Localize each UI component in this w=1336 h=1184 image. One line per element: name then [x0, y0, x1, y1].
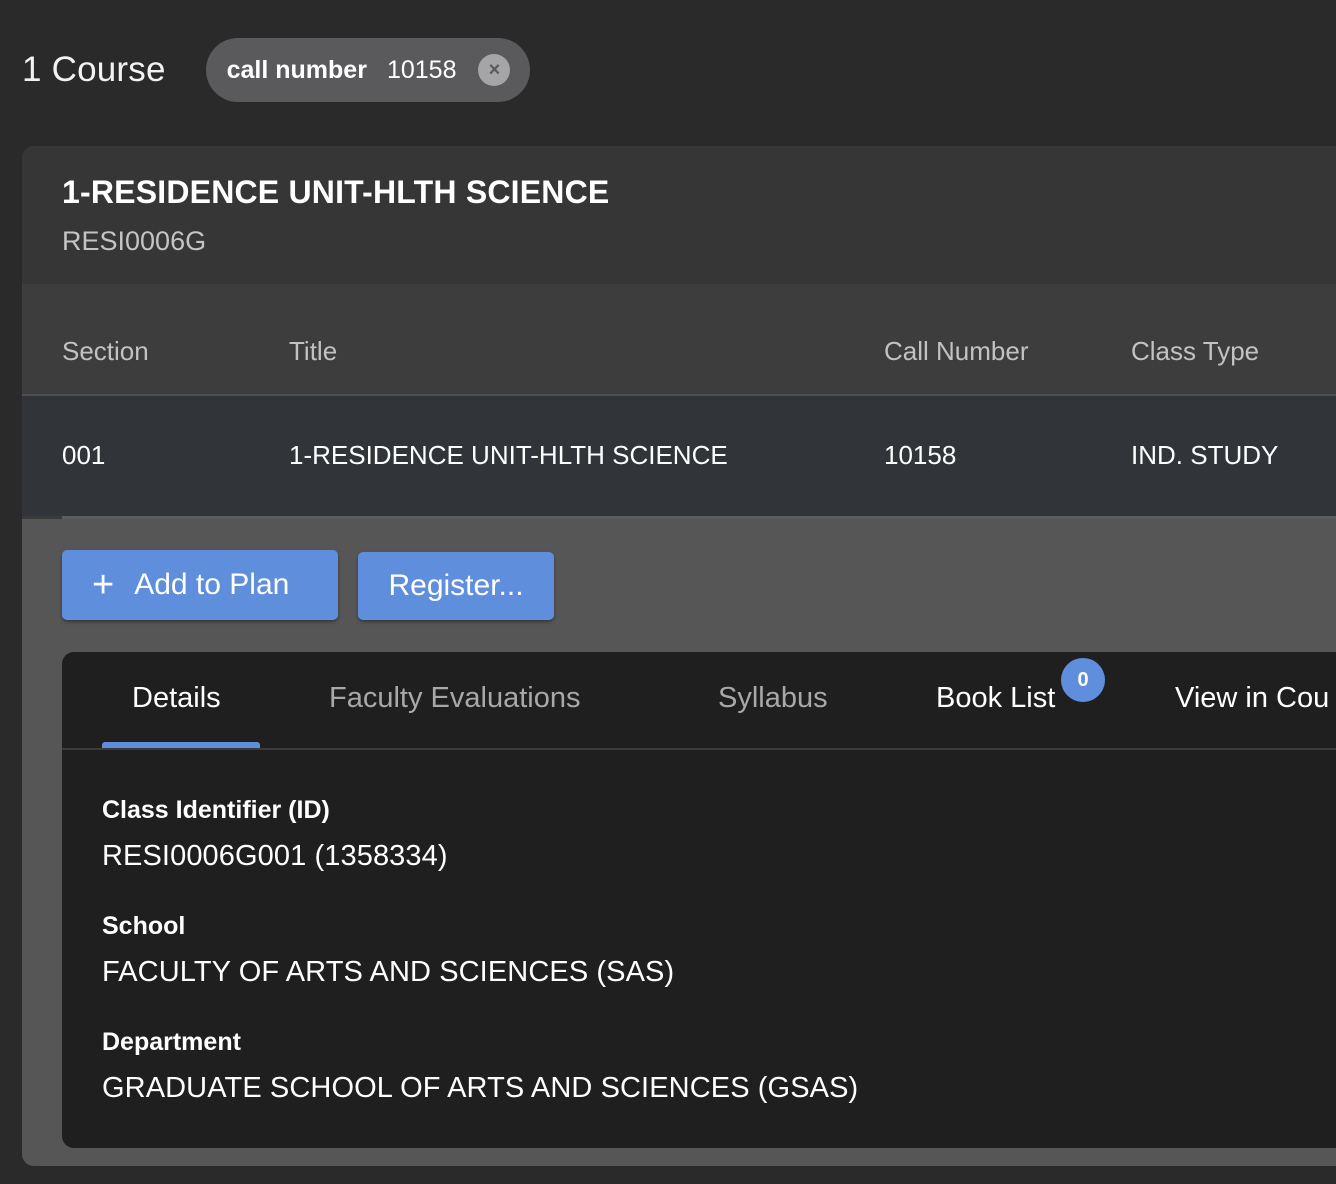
filter-chip-value: 10158 [386, 55, 457, 84]
course-header: 1-RESIDENCE UNIT-HLTH SCIENCE RESI0006G [22, 146, 1336, 284]
plus-icon: + [92, 564, 115, 606]
sections-table-header: Section Title Call Number Class Type [22, 284, 1336, 396]
tab-syllabus[interactable]: Syllabus [718, 682, 828, 715]
course-code: RESI0006G [62, 226, 207, 256]
active-tab-indicator [102, 742, 260, 748]
course-title: 1-RESIDENCE UNIT-HLTH SCIENCE [62, 174, 610, 210]
field-label-class-identifier: Class Identifier (ID) [102, 796, 330, 824]
close-icon[interactable]: × [478, 54, 511, 86]
cell-title: 1-RESIDENCE UNIT-HLTH SCIENCE [289, 440, 728, 470]
cell-class-type: IND. STUDY [1131, 440, 1279, 470]
column-header-call-number: Call Number [884, 336, 1029, 366]
filter-chip-call-number[interactable]: call number 10158 × [205, 38, 531, 102]
detail-panel: Details Faculty Evaluations Syllabus Boo… [62, 652, 1336, 1148]
field-value-school: FACULTY OF ARTS AND SCIENCES (SAS) [102, 956, 675, 988]
add-to-plan-button[interactable]: + Add to Plan [62, 550, 338, 620]
register-button[interactable]: Register... [358, 552, 554, 620]
tab-view-in-course[interactable]: View in Cou [1175, 682, 1329, 715]
field-label-department: Department [102, 1028, 241, 1056]
course-card: 1-RESIDENCE UNIT-HLTH SCIENCE RESI0006G … [22, 146, 1336, 1166]
field-value-class-identifier: RESI0006G001 (1358334) [102, 840, 448, 872]
cell-section: 001 [62, 440, 106, 470]
tab-bar: Details Faculty Evaluations Syllabus Boo… [62, 652, 1336, 750]
tab-faculty-evaluations[interactable]: Faculty Evaluations [329, 682, 580, 715]
filter-chip-key: call number [226, 55, 367, 84]
cell-call-number: 10158 [884, 440, 957, 470]
book-list-count-badge: 0 [1061, 658, 1105, 702]
tab-book-list[interactable]: Book List [936, 682, 1055, 715]
field-value-department: GRADUATE SCHOOL OF ARTS AND SCIENCES (GS… [102, 1072, 859, 1104]
add-to-plan-label: Add to Plan [134, 568, 290, 601]
column-header-section: Section [62, 336, 149, 366]
results-toolbar: 1 Course call number 10158 × [22, 38, 531, 102]
column-header-class-type: Class Type [1131, 336, 1260, 366]
tab-details[interactable]: Details [132, 682, 221, 715]
column-header-title: Title [289, 336, 338, 366]
result-count: 1 Course [22, 50, 166, 89]
register-label: Register... [388, 569, 524, 602]
table-row[interactable]: 001 1-RESIDENCE UNIT-HLTH SCIENCE 10158 … [22, 396, 1336, 516]
field-label-school: School [102, 912, 186, 940]
section-details-area: + Add to Plan Register... Details Facult… [22, 519, 1336, 1166]
